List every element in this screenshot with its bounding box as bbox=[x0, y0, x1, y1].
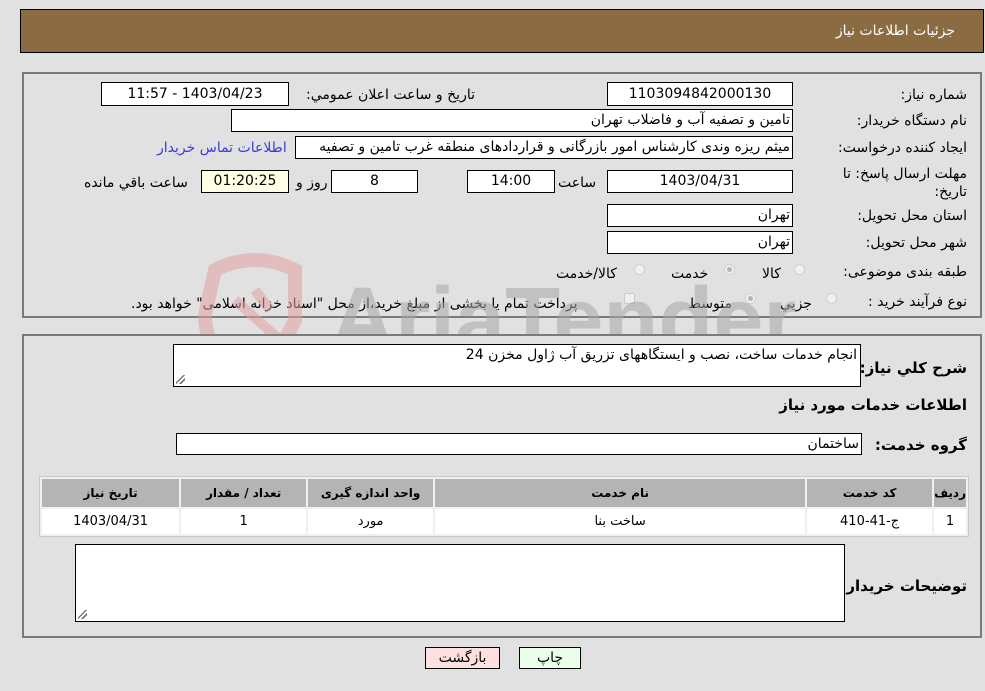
category-option-service: خدمت bbox=[671, 266, 709, 282]
page-header: جزئیات اطلاعات نیاز bbox=[20, 9, 984, 53]
province-field[interactable]: تهران bbox=[607, 204, 793, 227]
page-title: جزئیات اطلاعات نیاز bbox=[835, 23, 955, 39]
buyer-notes-label: توضيحات خريدار: bbox=[840, 577, 967, 595]
category-option-goods: کالا bbox=[762, 266, 781, 282]
category-radio-goods[interactable] bbox=[794, 264, 805, 275]
table-row: 1 ج-41-410 ساخت بنا مورد 1 1403/04/31 bbox=[42, 509, 966, 534]
cell-need-date: 1403/04/31 bbox=[42, 509, 180, 534]
cell-row-number: 1 bbox=[934, 509, 966, 534]
cell-unit: مورد bbox=[308, 509, 434, 534]
table-header-row: رديف کد خدمت نام خدمت واحد اندازه گيری ت… bbox=[42, 479, 966, 507]
buyer-org-label: نام دستگاه خريدار: bbox=[856, 113, 967, 129]
purchase-type-label: نوع فرآيند خريد : bbox=[868, 294, 967, 310]
remaining-time-field: 01:20:25 bbox=[201, 170, 289, 193]
service-group-label: گروه خدمت: bbox=[874, 436, 967, 454]
deadline-date-field[interactable]: 1403/04/31 bbox=[607, 170, 793, 193]
services-table: رديف کد خدمت نام خدمت واحد اندازه گيری ت… bbox=[39, 476, 969, 537]
service-group-field[interactable]: ساختمان bbox=[176, 433, 862, 455]
treasury-checkbox-label: پرداخت تمام يا بخشی از مبلغ خريد،از محل … bbox=[131, 296, 578, 312]
category-radio-goods-service[interactable] bbox=[634, 264, 645, 275]
back-button[interactable]: بازگشت bbox=[425, 647, 500, 669]
announce-datetime-label: تاریخ و ساعت اعلان عمومي: bbox=[306, 87, 475, 103]
purchase-radio-medium[interactable] bbox=[745, 293, 756, 304]
province-label: استان محل تحويل: bbox=[857, 208, 967, 224]
col-header-unit: واحد اندازه گيری bbox=[308, 479, 434, 507]
col-header-row-number: رديف bbox=[934, 479, 966, 507]
buyer-org-field[interactable]: تامین و تصفیه آب و فاضلاب تهران bbox=[231, 109, 793, 132]
category-option-goods-service: کالا/خدمت bbox=[556, 266, 617, 282]
city-field[interactable]: تهران bbox=[607, 231, 793, 254]
print-button[interactable]: چاپ bbox=[519, 647, 581, 669]
category-label: طبقه بندی موضوعی: bbox=[843, 264, 967, 280]
general-desc-text: انجام خدمات ساخت، نصب و ایستگاههای تزریق… bbox=[465, 347, 857, 363]
deadline-time-field[interactable]: 14:00 bbox=[467, 170, 555, 193]
col-header-quantity: تعداد / مقدار bbox=[181, 479, 307, 507]
purchase-option-medium: متوسط bbox=[688, 296, 732, 312]
resize-grip-icon[interactable] bbox=[78, 610, 87, 619]
deadline-label: مهلت ارسال پاسخ: تا تاريخ: bbox=[842, 166, 967, 200]
city-label: شهر محل تحويل: bbox=[865, 235, 967, 251]
purchase-option-minor: جزيي bbox=[780, 296, 812, 312]
col-header-service-code: کد خدمت bbox=[807, 479, 933, 507]
services-section-title: اطلاعات خدمات مورد نياز bbox=[779, 396, 967, 414]
resize-grip-icon[interactable] bbox=[176, 375, 185, 384]
remaining-days-field[interactable]: 8 bbox=[331, 170, 418, 193]
remaining-time-label: ساعت باقي مانده bbox=[84, 175, 188, 191]
need-number-label: شماره نیاز: bbox=[900, 87, 968, 103]
col-header-need-date: تاريخ نياز bbox=[42, 479, 180, 507]
requester-field[interactable]: میثم ریزه وندی کارشناس امور بازرگانی و ق… bbox=[295, 136, 793, 159]
cell-service-name: ساخت بنا bbox=[435, 509, 806, 534]
treasury-checkbox[interactable] bbox=[624, 293, 635, 304]
announce-datetime-field[interactable]: 1403/04/23 - 11:57 bbox=[101, 82, 289, 106]
buyer-notes-textarea[interactable] bbox=[75, 544, 845, 622]
general-desc-textarea[interactable]: انجام خدمات ساخت، نصب و ایستگاههای تزریق… bbox=[173, 344, 861, 387]
cell-quantity: 1 bbox=[181, 509, 307, 534]
days-label: روز و bbox=[296, 175, 328, 191]
col-header-service-name: نام خدمت bbox=[435, 479, 806, 507]
general-desc-label: شرح کلي نياز: bbox=[859, 359, 967, 377]
buyer-contact-link[interactable]: اطلاعات تماس خريدار bbox=[157, 140, 287, 156]
cell-service-code: ج-41-410 bbox=[807, 509, 933, 534]
requester-label: ايجاد کننده درخواست: bbox=[838, 140, 967, 156]
category-radio-service[interactable] bbox=[724, 264, 735, 275]
purchase-radio-minor[interactable] bbox=[826, 293, 837, 304]
deadline-time-label: ساعت bbox=[558, 175, 597, 191]
need-number-field[interactable]: 1103094842000130 bbox=[607, 82, 793, 106]
